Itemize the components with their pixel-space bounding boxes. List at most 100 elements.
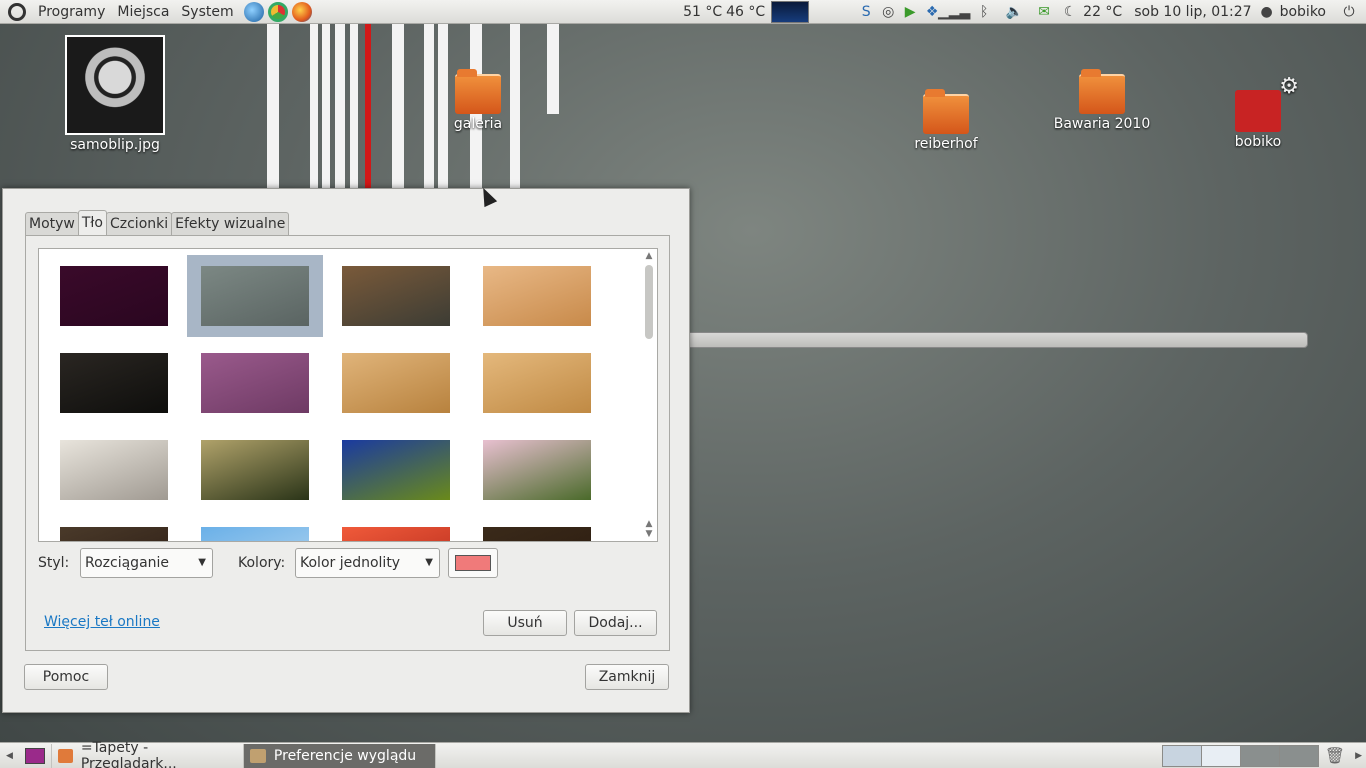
wallpaper-stripe xyxy=(547,24,559,114)
menu-places[interactable]: Miejsca xyxy=(111,4,175,20)
wallpaper-item[interactable] xyxy=(46,255,182,337)
wallpaper-stripe xyxy=(350,24,358,194)
scroll-right-arrow-icon[interactable]: ▶ xyxy=(1351,751,1366,761)
bluetooth-icon[interactable]: ᛒ xyxy=(975,3,993,21)
help-button[interactable]: Pomoc xyxy=(24,664,108,690)
wallpaper-thumbnail xyxy=(60,353,168,413)
wallpaper-item[interactable] xyxy=(187,516,323,541)
color-picker-button[interactable] xyxy=(448,548,498,578)
taskbar-item-label: Preferencje wyglądu xyxy=(273,747,417,764)
folder-icon xyxy=(455,69,501,114)
cpu-temperature: 51 °C xyxy=(683,3,723,20)
tab-bar: Motyw Tło Czcionki Efekty wizualne xyxy=(25,210,290,236)
wallpaper-thumbnail xyxy=(483,527,591,541)
clock[interactable]: sob 10 lip, 01:27 xyxy=(1132,4,1253,20)
tab-theme[interactable]: Motyw xyxy=(25,212,79,236)
wallpaper-item[interactable] xyxy=(328,429,464,511)
desktop-icon-bawaria[interactable]: Bawaria 2010 xyxy=(1047,69,1157,132)
scroll-left-arrow-icon[interactable]: ◀ xyxy=(0,751,19,761)
trash-icon[interactable]: 🗑 xyxy=(1319,746,1351,765)
wallpaper-item[interactable] xyxy=(328,516,464,541)
wallpaper-item[interactable] xyxy=(469,342,605,424)
desktop-icon-samoblip[interactable]: samoblip.jpg xyxy=(60,35,170,153)
weather-temperature[interactable]: 22 °C xyxy=(1081,4,1124,20)
ubuntu-logo-icon[interactable] xyxy=(8,2,26,21)
wallpaper-thumbnail xyxy=(201,440,309,500)
scroll-down-arrow-icon[interactable]: ▲ ▼ xyxy=(643,519,655,539)
bottom-panel: ◀ =Tapety - Przeglądark... Preferencje w… xyxy=(0,740,1366,768)
wallpaper-item[interactable] xyxy=(46,429,182,511)
wallpaper-item[interactable] xyxy=(328,255,464,337)
add-button[interactable]: Dodaj... xyxy=(574,610,657,636)
chrome-launcher-icon[interactable] xyxy=(267,1,288,22)
firefox-launcher-icon[interactable] xyxy=(291,1,312,22)
appearance-icon xyxy=(249,748,266,763)
wallpaper-stripe xyxy=(310,24,318,194)
wallpaper-thumbnail xyxy=(201,266,309,326)
desktop-icon-reiberhof[interactable]: reiberhof xyxy=(891,89,1001,152)
wallpaper-thumbnail xyxy=(60,440,168,500)
wallpaper-scrollbar[interactable]: ▲ ▲ ▼ xyxy=(643,251,655,539)
wallpaper-thumbnail xyxy=(342,353,450,413)
workspace-2[interactable] xyxy=(1200,744,1241,767)
tab-fonts[interactable]: Czcionki xyxy=(105,212,173,236)
wallpaper-item[interactable] xyxy=(187,255,323,337)
more-backgrounds-link[interactable]: Więcej teł online xyxy=(44,614,160,630)
swirl-icon[interactable]: S xyxy=(857,3,875,21)
taskbar-item-file-browser[interactable]: =Tapety - Przeglądark... xyxy=(52,740,244,768)
workspace-4[interactable] xyxy=(1278,744,1319,767)
mail-icon[interactable]: ✉ xyxy=(1035,3,1053,21)
wallpaper-item[interactable] xyxy=(469,255,605,337)
menu-applications[interactable]: Programy xyxy=(32,4,111,20)
colors-label: Kolory: xyxy=(238,555,286,571)
scroll-thumb[interactable] xyxy=(645,265,653,339)
scroll-up-arrow-icon[interactable]: ▲ xyxy=(643,251,655,261)
wallpaper-stripe xyxy=(322,24,330,194)
play-icon[interactable]: ▶ xyxy=(901,3,919,21)
workspace-1[interactable] xyxy=(1161,744,1202,767)
taskbar-item-appearance[interactable]: Preferencje wyglądu xyxy=(243,743,436,768)
wallpaper-item[interactable] xyxy=(46,516,182,541)
folder-icon xyxy=(57,748,73,763)
gear-icon: ⚙ xyxy=(1279,74,1299,99)
chat-status-icon[interactable]: ● xyxy=(1258,3,1276,21)
wallpaper-item[interactable] xyxy=(328,342,464,424)
close-button[interactable]: Zamknij xyxy=(585,664,669,690)
sync-icon[interactable]: ◎ xyxy=(879,3,897,21)
wallpaper-thumbnail xyxy=(342,266,450,326)
style-select[interactable]: Rozciąganie ▼ xyxy=(80,548,213,578)
tab-background[interactable]: Tło xyxy=(77,210,107,236)
desktop-icon-bobiko[interactable]: ⚙ bobiko xyxy=(1203,74,1313,150)
appearance-preferences-dialog: Motyw Tło Czcionki Efekty wizualne ▲ ▲ ▼ … xyxy=(2,188,690,713)
user-name[interactable]: bobiko xyxy=(1278,4,1328,20)
wallpaper-item[interactable] xyxy=(469,516,605,541)
workspace-3[interactable] xyxy=(1239,744,1280,767)
volume-icon[interactable]: 🔈 xyxy=(1005,3,1023,21)
remove-button[interactable]: Usuń xyxy=(483,610,567,636)
wallpaper-stripe xyxy=(267,24,279,194)
signal-icon[interactable]: ▁▂▃ xyxy=(938,3,970,21)
weather-moon-icon[interactable]: ☾ xyxy=(1061,3,1079,21)
dropdown-arrow-icon: ▼ xyxy=(198,557,206,568)
wallpaper-item[interactable] xyxy=(46,342,182,424)
desktop-icon-label: Bawaria 2010 xyxy=(1053,116,1151,132)
style-label: Styl: xyxy=(38,555,70,571)
show-desktop-button[interactable] xyxy=(19,743,52,768)
tab-visual-effects[interactable]: Efekty wizualne xyxy=(171,212,290,236)
desktop-icon-galeria[interactable]: galeria xyxy=(423,69,533,132)
colors-select[interactable]: Kolor jednolity ▼ xyxy=(295,548,440,578)
wallpaper-thumbnail xyxy=(60,527,168,541)
wallpaper-list[interactable]: ▲ ▲ ▼ xyxy=(38,248,658,542)
launcher-icon[interactable] xyxy=(243,1,264,22)
wallpaper-stripe-red xyxy=(365,24,371,194)
wallpaper-item[interactable] xyxy=(187,342,323,424)
desktop-icon-label: galeria xyxy=(453,116,503,132)
background-window-titlebar[interactable] xyxy=(680,332,1308,348)
folder-icon xyxy=(1079,69,1125,114)
wallpaper-item[interactable] xyxy=(469,429,605,511)
power-icon[interactable]: ⏻ xyxy=(1340,3,1358,21)
system-monitor-graph[interactable] xyxy=(771,0,810,23)
menu-system[interactable]: System xyxy=(175,4,239,20)
wallpaper-item[interactable] xyxy=(187,429,323,511)
desktop-icon-label: reiberhof xyxy=(914,136,978,152)
